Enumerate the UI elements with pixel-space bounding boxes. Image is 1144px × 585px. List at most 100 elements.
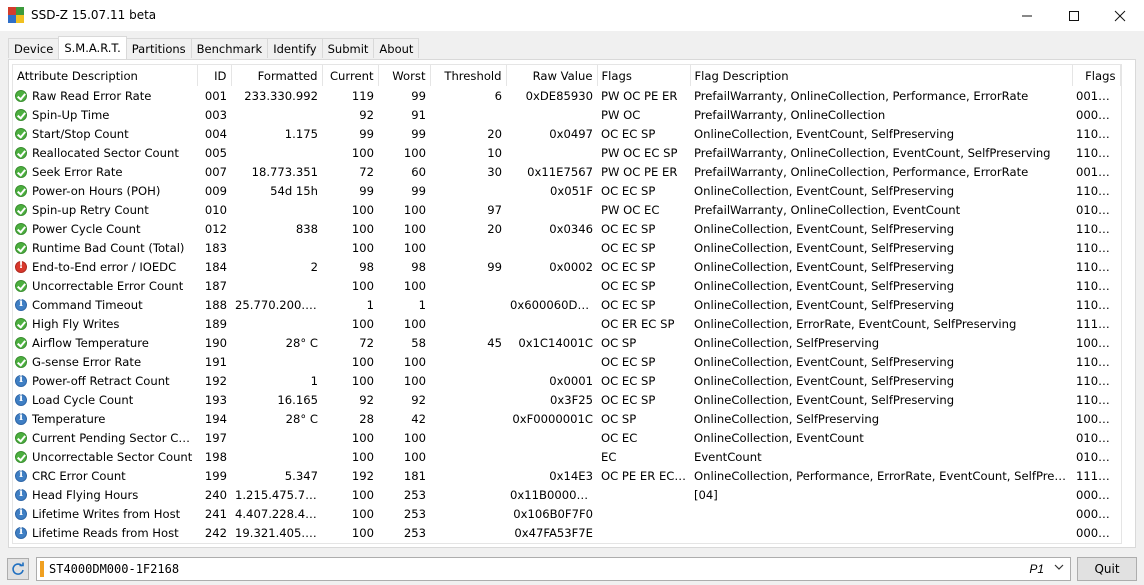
cell-flags: PW OC PE ER — [601, 164, 678, 179]
cell-bits: 010000 — [1076, 449, 1120, 464]
table-row[interactable]: Load Cycle Count 193 16.165 92 92 0x3F25 OC EC… — [13, 390, 1120, 409]
quit-button[interactable]: Quit — [1077, 557, 1137, 581]
cell-desc: PrefailWarranty, OnlineCollection, Event… — [694, 202, 961, 217]
cell-worst: 42 — [411, 411, 426, 426]
cell-attribute: Uncorrectable Error Count — [13, 276, 197, 295]
table-row[interactable]: Airflow Temperature 190 28° C 72 58 45 0x1C140… — [13, 333, 1120, 352]
col-flags[interactable]: Flags — [597, 65, 691, 86]
table-row[interactable]: Lifetime Writes from Host 241 4.407.228.40… — [13, 504, 1120, 523]
cell-desc: OnlineCollection, SelfPreserving — [694, 411, 880, 426]
cell-threshold: 20 — [487, 221, 502, 236]
status-ok-icon — [15, 165, 27, 178]
status-ok-icon — [15, 89, 27, 102]
cell-worst: 99 — [411, 183, 426, 198]
col-attribute-description[interactable]: Attribute Description — [13, 65, 198, 86]
smart-attribute-table[interactable]: Attribute Description ID Formatted Curre… — [12, 64, 1122, 544]
table-row[interactable]: Uncorrectable Sector Count 198 100 100 EC Eve… — [13, 447, 1120, 466]
table-row[interactable]: Raw Read Error Rate 001 233.330.992 119 99 6 0… — [13, 86, 1120, 105]
cell-id: 188 — [204, 297, 227, 312]
col-flag-description[interactable]: Flag Description — [690, 65, 1073, 86]
col-id[interactable]: ID — [197, 65, 232, 86]
table-row[interactable]: Uncorrectable Error Count 187 100 100 OC EC … — [13, 276, 1120, 295]
col-formatted[interactable]: Formatted — [231, 65, 323, 86]
attribute-name: High Fly Writes — [32, 316, 120, 331]
col-threshold[interactable]: Threshold — [430, 65, 507, 86]
close-button[interactable] — [1097, 0, 1143, 31]
cell-threshold: 20 — [487, 126, 502, 141]
tab-partitions[interactable]: Partitions — [125, 38, 192, 58]
status-ok-icon — [15, 450, 27, 463]
drive-model: ST4000DM000-1F2168 — [49, 562, 180, 576]
cell-flags: OC EC SP — [601, 259, 656, 274]
col-current[interactable]: Current — [322, 65, 379, 86]
tab-device[interactable]: Device — [8, 38, 60, 58]
cell-threshold: 45 — [487, 335, 502, 350]
table-row[interactable]: Seek Error Rate 007 18.773.351 72 60 30 0x11E7… — [13, 162, 1120, 181]
chevron-down-icon — [1054, 561, 1064, 575]
cell-threshold — [430, 504, 506, 523]
status-info-icon — [15, 393, 27, 406]
cell-current: 92 — [359, 107, 374, 122]
table-row[interactable]: Power-off Retract Count 192 1 100 100 0x0001 O… — [13, 371, 1120, 390]
cell-desc: OnlineCollection, EventCount, SelfPreser… — [694, 221, 955, 236]
table-row[interactable]: Power-on Hours (POH) 009 54d 15h 99 99 0x051F… — [13, 181, 1120, 200]
cell-formatted — [231, 428, 322, 447]
cell-current: 100 — [351, 430, 374, 445]
status-ok-icon — [15, 355, 27, 368]
status-ok-icon — [15, 203, 27, 216]
cell-formatted: 28° C — [285, 411, 318, 426]
tab-submit[interactable]: Submit — [321, 38, 375, 58]
status-info-icon — [15, 526, 27, 539]
table-row[interactable]: Spin-up Retry Count 010 100 100 97 PW OC EC Pr… — [13, 200, 1120, 219]
table-row[interactable]: Lifetime Reads from Host 242 19.321.405.31… — [13, 523, 1120, 542]
cell-raw: 0x600060DD3 — [510, 297, 594, 312]
refresh-button[interactable] — [7, 558, 29, 580]
col-raw-value[interactable]: Raw Value — [506, 65, 598, 86]
table-row[interactable]: Temperature 194 28° C 28 42 0xF0000001C OC SP O… — [13, 409, 1120, 428]
tab-about[interactable]: About — [373, 38, 420, 58]
cell-raw: 0xF0000001C — [512, 411, 593, 426]
cell-formatted: 233.330.992 — [244, 88, 318, 103]
cell-desc: OnlineCollection, EventCount, SelfPreser… — [694, 240, 955, 255]
col-flag-bits[interactable]: Flags — [1072, 65, 1121, 86]
cell-bits: 010010 — [1076, 430, 1120, 445]
col-worst[interactable]: Worst — [378, 65, 431, 86]
drive-select[interactable]: ST4000DM000-1F2168 P1 — [36, 557, 1071, 581]
table-row[interactable]: Spin-Up Time 003 92 91 PW OC PrefailWarranty,… — [13, 105, 1120, 124]
table-row[interactable]: Reallocated Sector Count 005 100 100 10 PW OC… — [13, 143, 1120, 162]
cell-worst: 253 — [403, 487, 426, 502]
tab-identify[interactable]: Identify — [267, 38, 323, 58]
table-row[interactable]: Power Cycle Count 012 838 100 100 20 0x0346 OC … — [13, 219, 1120, 238]
table-row[interactable]: CRC Error Count 199 5.347 192 181 0x14E3 OC PE… — [13, 466, 1120, 485]
table-row[interactable]: G-sense Error Rate 191 100 100 OC EC SP Onlin… — [13, 352, 1120, 371]
cell-attribute: Head Flying Hours — [13, 485, 197, 504]
cell-flags: OC SP — [601, 335, 637, 350]
cell-bits: 100010 — [1076, 335, 1120, 350]
cell-current: 99 — [359, 126, 374, 141]
cell-id: 198 — [204, 449, 227, 464]
minimize-button[interactable] — [1004, 0, 1050, 31]
table-row[interactable]: High Fly Writes 189 100 100 OC ER EC SP Onlin… — [13, 314, 1120, 333]
table-row[interactable]: Current Pending Sector Count 197 100 100 OC … — [13, 428, 1120, 447]
status-ok-icon — [15, 279, 27, 292]
maximize-button[interactable] — [1051, 0, 1097, 31]
cell-current: 92 — [359, 392, 374, 407]
cell-raw: 0x11E7567 — [527, 164, 593, 179]
table-row[interactable]: Start/Stop Count 004 1.175 99 99 20 0x0497 OC E… — [13, 124, 1120, 143]
cell-bits: 000011 — [1076, 107, 1120, 122]
cell-flags: OC EC SP — [601, 183, 656, 198]
cell-raw: 0x106B0F7F0 — [513, 506, 593, 521]
cell-worst: 181 — [403, 468, 426, 483]
cell-worst: 100 — [403, 145, 426, 160]
table-row[interactable]: End-to-End error / IOEDC 184 2 98 98 99 0x0002… — [13, 257, 1120, 276]
tab-benchmark[interactable]: Benchmark — [190, 38, 269, 58]
table-row[interactable]: Command Timeout 188 25.770.200.531 1 1 0x6000… — [13, 295, 1120, 314]
tab-smart[interactable]: S.M.A.R.T. — [58, 36, 127, 59]
table-row[interactable]: Head Flying Hours 240 1.215.475.745.... 100… — [13, 485, 1120, 504]
cell-threshold — [430, 371, 506, 390]
cell-threshold — [430, 409, 506, 428]
cell-formatted — [231, 143, 322, 162]
table-row[interactable]: Runtime Bad Count (Total) 183 100 100 OC EC … — [13, 238, 1120, 257]
status-info-icon — [15, 488, 27, 501]
cell-current: 28 — [359, 411, 374, 426]
